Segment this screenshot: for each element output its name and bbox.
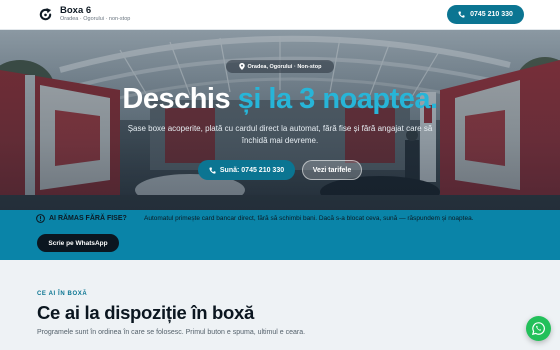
headline-main: Deschis [122,83,231,115]
location-badge: Oradea, Ogorului · Non-stop [226,60,334,73]
section-title: Ce ai la dispoziție în boxă [37,302,255,323]
header-call-button[interactable]: 0745 210 330 [447,5,524,24]
location-pin-icon [238,63,245,70]
whatsapp-floating-button[interactable] [526,316,551,341]
phone-icon [209,166,216,174]
warning-icon [36,214,45,223]
banner-title: AI RĂMAS FĂRĂ FISE? [49,215,127,222]
section-eyebrow: CE AI ÎN BOXĂ [37,291,88,297]
phone-icon [458,11,465,18]
whatsapp-icon [532,322,545,335]
section-description: Programele sunt în ordinea în care se fo… [37,329,306,336]
hero-overlay [0,30,560,210]
hero-headline: Deschis și la 3 noaptea. [0,83,560,116]
hero-call-label: Sună: 0745 210 330 [219,166,285,174]
brand-subtitle: Oradea · Ogorului · non-stop [60,16,131,22]
header-call-label: 0745 210 330 [470,11,513,18]
location-text: Oradea, Ogorului · Non-stop [247,63,322,70]
whatsapp-button[interactable]: Scrie pe WhatsApp [37,234,119,252]
view-tariffs-button[interactable]: Vezi tarifele [302,160,362,180]
hero-section: Oradea, Ogorului · Non-stop Deschis și l… [0,30,560,210]
headline-accent: și la 3 noaptea. [237,83,438,115]
hero-call-button[interactable]: Sună: 0745 210 330 [198,160,295,180]
banner-text: Automatul primește card bancar direct, f… [144,215,474,222]
refresh-logo-icon[interactable] [38,7,53,22]
brand-name[interactable]: Boxa 6 [60,5,91,16]
hero-description: Șase boxe acoperite, plată cu cardul dir… [127,124,433,145]
site-header: Boxa 6 Oradea · Ogorului · non-stop 0745… [0,0,560,30]
